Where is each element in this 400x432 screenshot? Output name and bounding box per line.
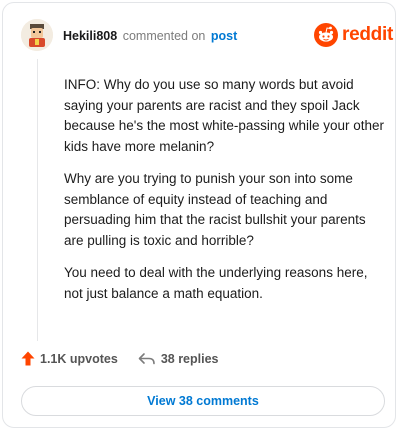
commented-on-text: commented on	[122, 29, 206, 43]
view-comments-button[interactable]: View 38 comments	[21, 386, 385, 416]
comment-paragraph: You need to deal with the underlying rea…	[64, 265, 368, 301]
avatar[interactable]	[21, 19, 53, 51]
username-link[interactable]: Hekili808	[63, 29, 117, 43]
reply-count: 38 replies	[160, 351, 219, 366]
comment-card: Hekili808 commented on post reddit INFO:…	[2, 2, 396, 428]
reddit-logo-icon	[314, 23, 338, 47]
reddit-logo[interactable]: reddit	[314, 23, 393, 47]
reply-icon	[138, 352, 155, 364]
upvote-count: 1.1K upvotes	[40, 351, 118, 366]
comment-paragraph: Why are you trying to punish your son in…	[64, 171, 366, 248]
upvote-button[interactable]: 1.1K upvotes	[21, 351, 118, 366]
avatar-icon	[21, 19, 53, 51]
replies-button[interactable]: 38 replies	[138, 352, 219, 366]
comment-meta: Hekili808 commented on post	[63, 28, 237, 44]
comment-actions: 1.1K upvotes 38 replies	[21, 351, 219, 366]
upvote-arrow-icon	[21, 351, 35, 366]
post-link[interactable]: post	[211, 29, 237, 43]
comment-body: INFO: Why do you use so many words but a…	[64, 75, 386, 316]
thread-line[interactable]	[37, 59, 38, 341]
comment-paragraph: INFO: Why do you use so many words but a…	[64, 77, 384, 154]
reddit-wordmark: reddit	[342, 24, 393, 45]
